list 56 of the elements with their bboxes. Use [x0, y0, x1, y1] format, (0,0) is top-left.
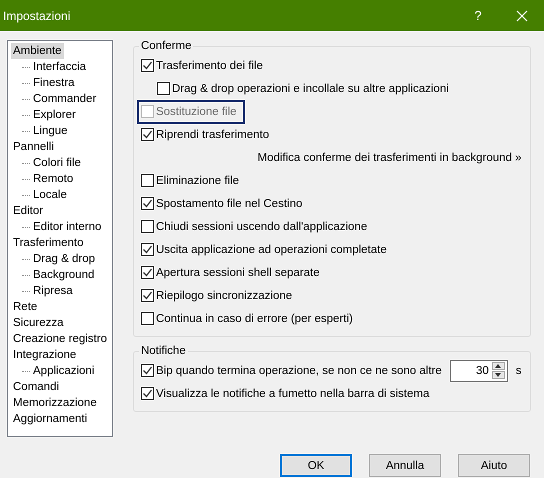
tree-item[interactable]: Sicurezza [11, 315, 66, 331]
tree-item[interactable]: Finestra [31, 75, 77, 91]
down-arrow-icon [495, 373, 502, 377]
tree-item[interactable]: Explorer [31, 107, 78, 123]
tree-item[interactable]: Commander [31, 91, 98, 107]
tree-item[interactable]: Comandi [11, 379, 62, 395]
tree-item[interactable]: Remoto [31, 171, 76, 187]
tree-item[interactable]: Lingue [31, 123, 70, 139]
dialog-button[interactable]: OK [280, 454, 352, 477]
tree-item[interactable]: Trasferimento [11, 235, 86, 251]
group-title: Conferme [140, 40, 192, 52]
tree-item[interactable]: Locale [31, 187, 69, 203]
tree-item[interactable]: Rete [11, 299, 40, 315]
checkbox[interactable]: Eliminazione file [136, 168, 248, 192]
dialog-button[interactable]: Annulla [369, 454, 441, 477]
checkbox[interactable]: Spostamento file nel Cestino [136, 192, 310, 216]
background-confirm-link[interactable]: Modifica conferme dei trasferimenti in background » [258, 152, 522, 164]
tree-item[interactable]: Aggiornamenti [11, 411, 90, 427]
checkbox[interactable]: Riprendi trasferimento [136, 122, 278, 146]
tree-item[interactable]: Background [31, 267, 96, 283]
help-button[interactable]: ? [456, 0, 500, 31]
checkbox-box [140, 174, 154, 187]
tree-item[interactable]: Pannelli [11, 139, 56, 155]
tree-item[interactable]: Editor interno [31, 219, 104, 235]
tree-item[interactable]: Colori file [31, 155, 83, 171]
checkbox[interactable]: Visualizza le notifiche a fumetto nella barra di sistema [136, 382, 438, 406]
checkbox[interactable]: Uscita applicazione ad operazioni completate [136, 238, 395, 262]
tree-item[interactable]: Applicazioni [31, 363, 96, 379]
checkbox[interactable]: Apertura sessioni shell separate [136, 260, 328, 284]
dialog-button[interactable]: Aiuto [458, 454, 530, 477]
tree-item[interactable]: Ripresa [31, 283, 75, 299]
seconds-spinner[interactable]: 30 [450, 360, 508, 382]
checkbox[interactable]: Bip quando termina operazione, se non ce ne sono altre [136, 358, 450, 382]
checkbox[interactable]: Trasferimento dei file [136, 54, 271, 78]
checkbox-box [140, 105, 154, 118]
group-title: Notifiche [140, 345, 187, 357]
close-icon [516, 10, 528, 22]
spin-up-button[interactable] [492, 362, 505, 370]
tree-item[interactable]: Drag & drop [31, 251, 98, 267]
tree-item[interactable]: Memorizzazione [11, 395, 99, 411]
checkbox[interactable]: Riepilogo sincronizzazione [136, 284, 300, 308]
checkbox-box [156, 82, 170, 95]
up-arrow-icon [495, 364, 502, 368]
tree-item[interactable]: Integrazione [11, 347, 78, 363]
tree-item[interactable]: Ambiente [11, 43, 64, 59]
window-title: Impostazioni [3, 8, 72, 22]
spin-down-button[interactable] [492, 371, 505, 379]
checkbox[interactable]: Continua in caso di errore (per esperti) [136, 306, 361, 330]
tree-item[interactable]: Interfaccia [31, 59, 88, 75]
checkbox-box [140, 220, 154, 233]
checkbox[interactable]: Chiudi sessioni uscendo dall'applicazione [136, 214, 376, 238]
checkbox-box [140, 312, 154, 325]
checkbox[interactable]: Drag & drop operazioni e incollale su altre applicazioni [152, 76, 457, 100]
unit-label: s [516, 364, 522, 376]
tree-item[interactable]: Editor [11, 203, 46, 219]
tree-item[interactable]: Creazione registro [11, 331, 109, 347]
